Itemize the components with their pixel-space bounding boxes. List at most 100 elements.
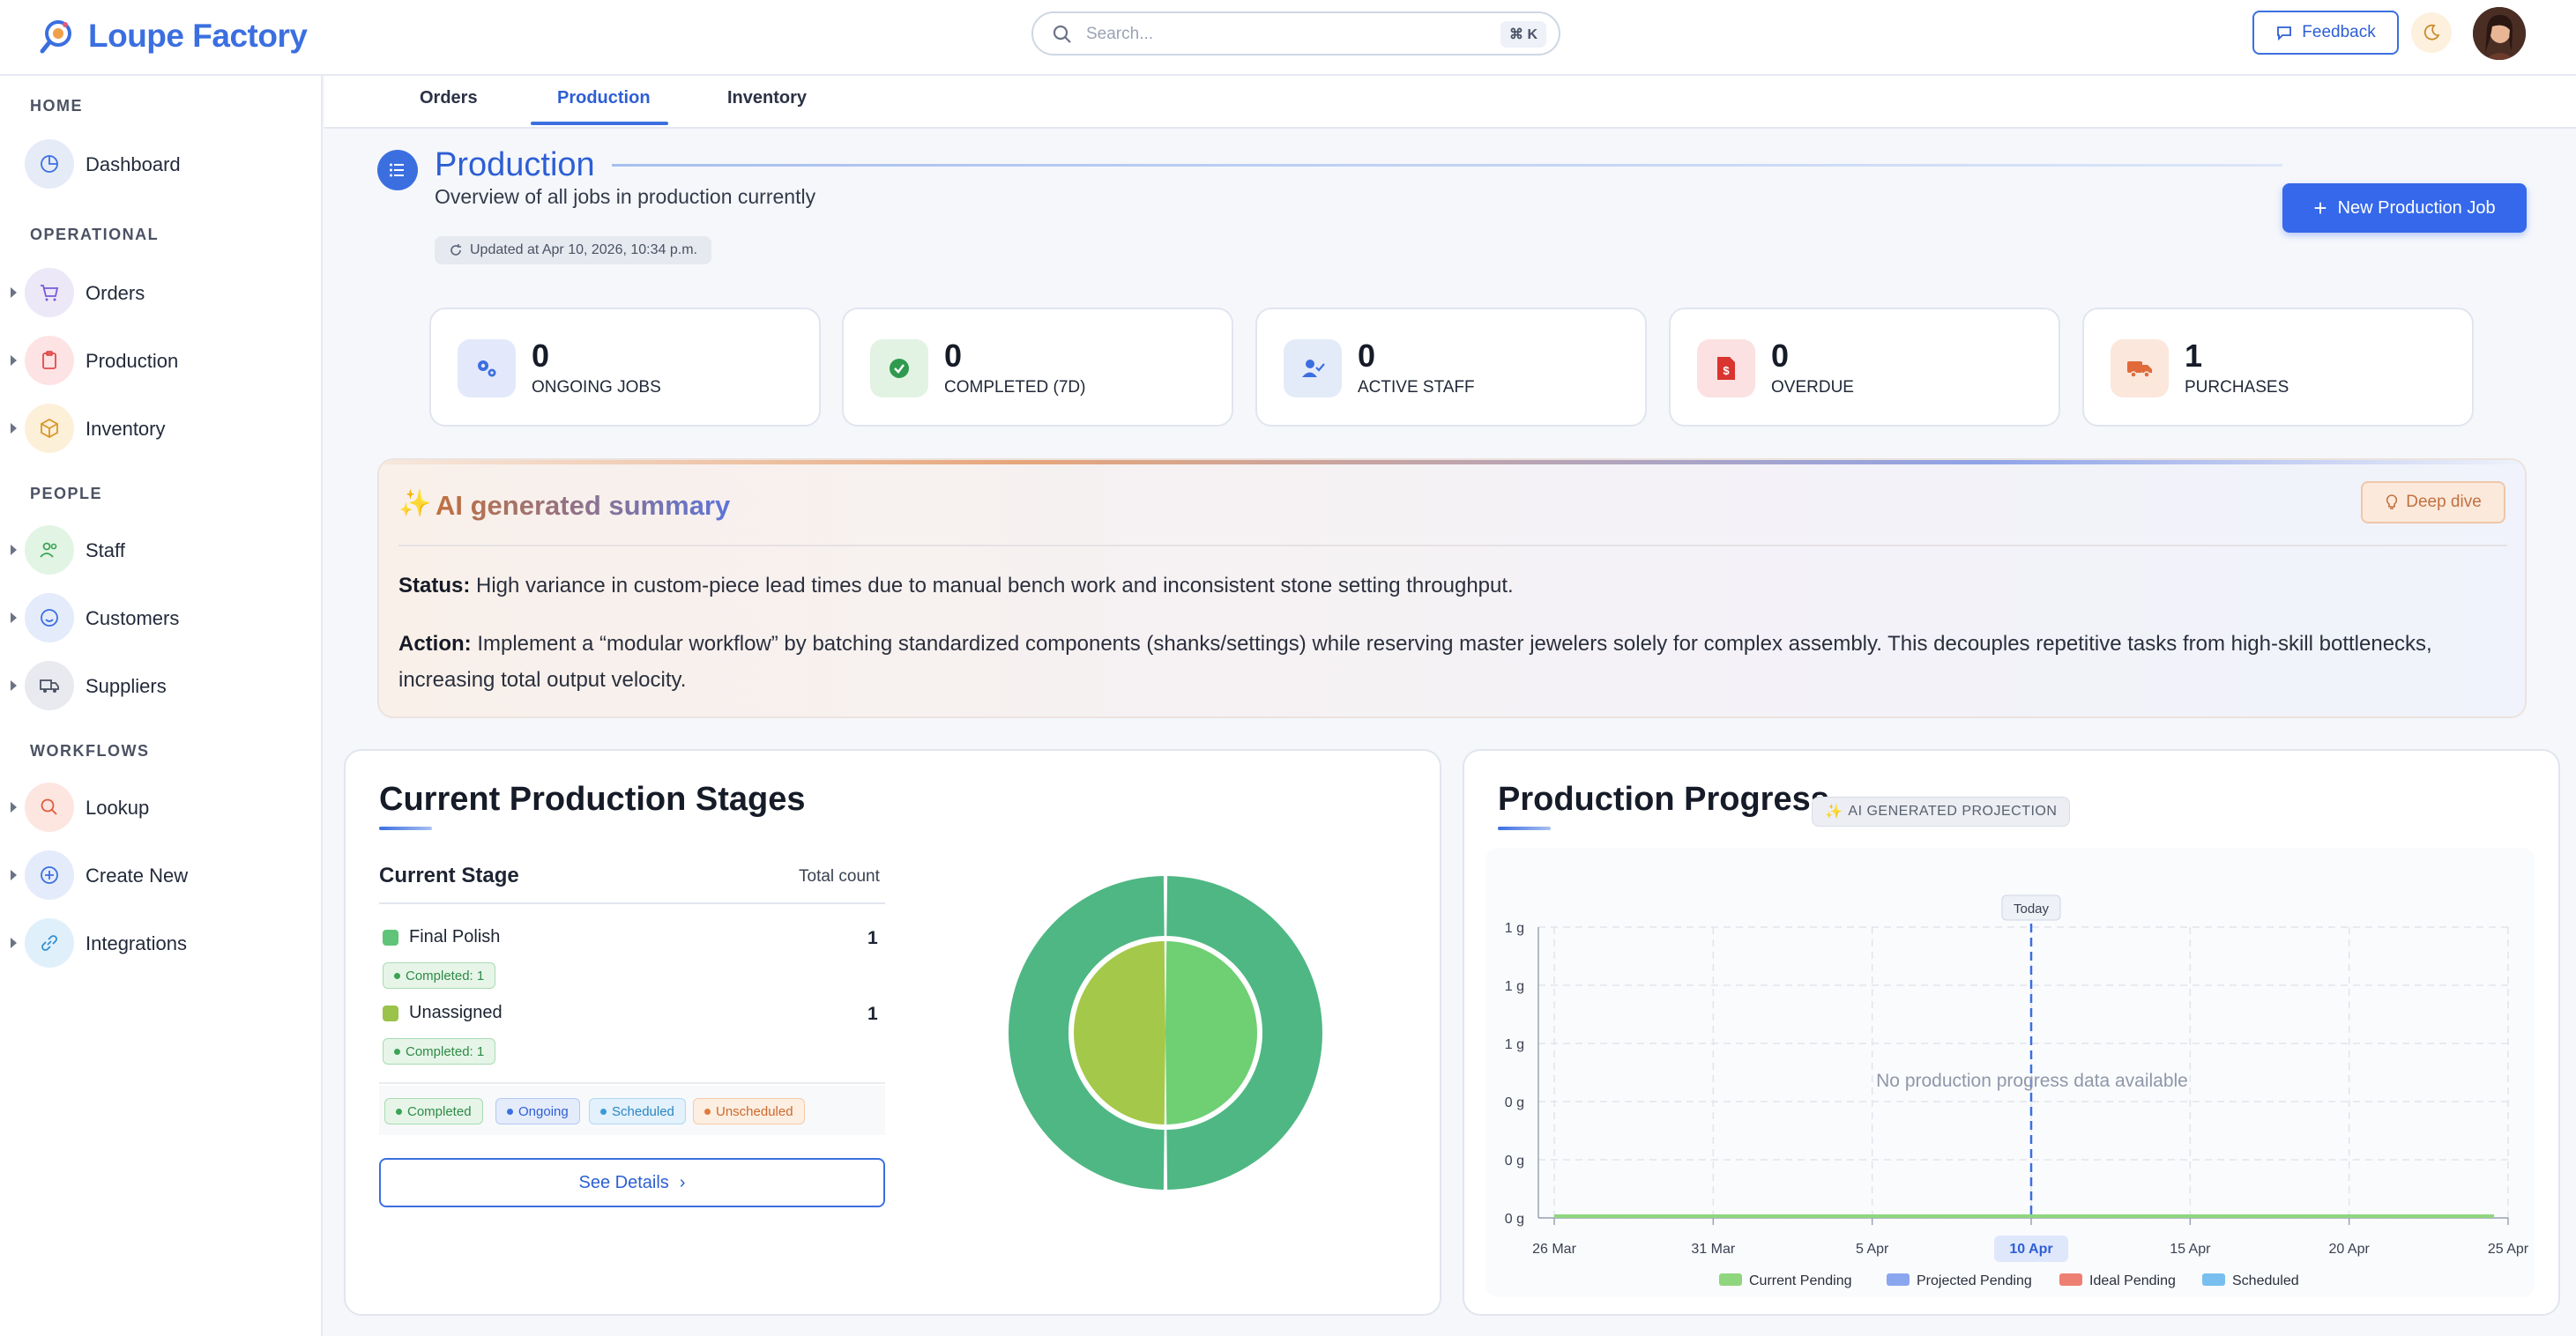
sidebar-item-label: Customers [86,607,180,629]
legend-swatch [2202,1273,2225,1286]
ai-summary-title: AI generated summary [436,490,731,521]
today-label: Today [2014,902,2050,917]
sidebar-item-production[interactable]: Production [0,334,323,387]
completed-text: Completed: 1 [406,968,485,983]
expand-caret-icon[interactable] [11,355,17,366]
legend-label[interactable]: Projected Pending [1917,1273,2032,1288]
stage-count: 1 [867,1004,878,1024]
clipboard-icon [25,336,74,385]
y-tick-label: 0 g [1505,1154,1524,1169]
stat-label: ACTIVE STAFF [1358,378,1475,397]
expand-caret-icon[interactable] [11,938,17,948]
expand-caret-icon[interactable] [11,423,17,434]
feedback-label: Feedback [2302,23,2376,41]
expand-caret-icon[interactable] [11,287,17,298]
updated-badge: Updated at Apr 10, 2026, 10:34 p.m. [435,236,711,264]
feedback-button[interactable]: Feedback [2252,11,2399,55]
stat-card-purchases[interactable]: 1 PURCHASES [2082,308,2474,427]
ai-projection-badge: ✨ AI GENERATED PROJECTION [1812,797,2071,827]
sidebar-item-orders[interactable]: Orders [0,266,323,319]
expand-caret-icon[interactable] [11,680,17,691]
cart-icon [25,268,74,317]
completed-badge: Completed: 1 [383,962,496,989]
loupe-logo-icon [40,20,71,54]
stat-value: 0 [532,338,550,374]
users-icon [25,525,74,575]
legend-label[interactable]: Scheduled [2232,1273,2299,1288]
x-tick-label: 15 Apr [2170,1242,2211,1257]
stat-card-overdue[interactable]: $ 0 OVERDUE [1669,308,2060,427]
stat-card-active-staff[interactable]: 0 ACTIVE STAFF [1255,308,1647,427]
completed-badge: Completed: 1 [383,1038,496,1065]
truck-icon [25,661,74,710]
lightbulb-icon [2386,494,2398,509]
deep-dive-button[interactable]: Deep dive [2361,481,2505,523]
see-details-label: See Details [578,1172,669,1192]
avatar-image [2473,7,2526,60]
top-bar: Loupe Factory Search... ⌘ K Feedback [0,0,2576,76]
table-divider [379,902,885,904]
stat-label: OVERDUE [1771,378,1854,397]
stage-name: Unassigned [409,1003,503,1022]
stat-card-ongoing-jobs[interactable]: 0 ONGOING JOBS [429,308,821,427]
ai-projection-label: AI GENERATED PROJECTION [1848,804,2058,819]
legend-label[interactable]: Ideal Pending [2089,1273,2176,1288]
tab-orders[interactable]: Orders [420,88,478,108]
table-row[interactable]: Final Polish [383,927,500,947]
expand-caret-icon[interactable] [11,802,17,813]
tab-inventory[interactable]: Inventory [727,88,807,108]
stage-name: Final Polish [409,927,501,946]
legend-swatch [1887,1273,1910,1286]
ai-action-paragraph: Action: Implement a “modular workflow” b… [398,626,2505,698]
legend-label[interactable]: Current Pending [1749,1273,1852,1288]
page-title: Production [435,146,595,183]
app-name: Loupe Factory [88,18,308,54]
status-label: Status: [398,574,471,597]
x-tick-label: 31 Mar [1691,1242,1735,1257]
title-underline [379,827,432,830]
sidebar-item-inventory[interactable]: Inventory [0,402,323,455]
see-details-button[interactable]: See Details › [379,1158,885,1207]
moon-icon [2423,24,2440,41]
box-icon [25,404,74,453]
table-row[interactable]: Unassigned [383,1003,503,1023]
user-avatar[interactable] [2473,7,2526,60]
stat-label: ONGOING JOBS [532,378,661,397]
tab-production[interactable]: Production [557,88,651,108]
stat-card-completed[interactable]: 0 COMPLETED (7D) [842,308,1233,427]
sidebar: HOME Dashboard OPERATIONAL Orders Produc… [0,76,323,1336]
y-tick-label: 1 g [1505,1037,1524,1052]
search-input[interactable]: Search... ⌘ K [1031,11,1560,56]
production-stages-card: Current Production Stages Current Stage … [344,749,1441,1316]
refresh-icon [450,244,461,256]
svg-text:$: $ [1723,364,1730,377]
search-placeholder: Search... [1086,25,1154,43]
x-tick-label: 25 Apr [2488,1242,2529,1257]
stat-value: 0 [1771,338,1790,374]
column-header-stage: Current Stage [379,864,519,887]
app-logo[interactable]: Loupe Factory [39,16,308,56]
sidebar-item-staff[interactable]: Staff [0,523,323,576]
new-production-job-button[interactable]: + New Production Job [2282,183,2527,233]
chat-bubble-icon [2277,26,2292,41]
user-check-icon [1284,339,1342,397]
sidebar-item-create-new[interactable]: Create New [0,849,323,902]
stage-color-swatch [383,929,398,946]
sidebar-item-label: Integrations [86,932,187,954]
sidebar-item-lookup[interactable]: Lookup [0,781,323,834]
expand-caret-icon[interactable] [11,612,17,623]
sidebar-item-suppliers[interactable]: Suppliers [0,659,323,712]
stat-value: 0 [1358,338,1376,374]
sidebar-item-integrations[interactable]: Integrations [0,917,323,969]
sidebar-item-dashboard[interactable]: Dashboard [0,137,323,190]
sidebar-item-label: Dashboard [86,153,181,175]
stage-count: 1 [867,928,878,948]
expand-caret-icon[interactable] [11,545,17,555]
theme-toggle-button[interactable] [2411,12,2452,53]
action-label: Action: [398,632,472,656]
table-divider [379,1082,885,1084]
sidebar-item-label: Create New [86,865,189,887]
expand-caret-icon[interactable] [11,870,17,880]
plus-circle-icon [25,850,74,900]
sidebar-item-customers[interactable]: Customers [0,591,323,644]
